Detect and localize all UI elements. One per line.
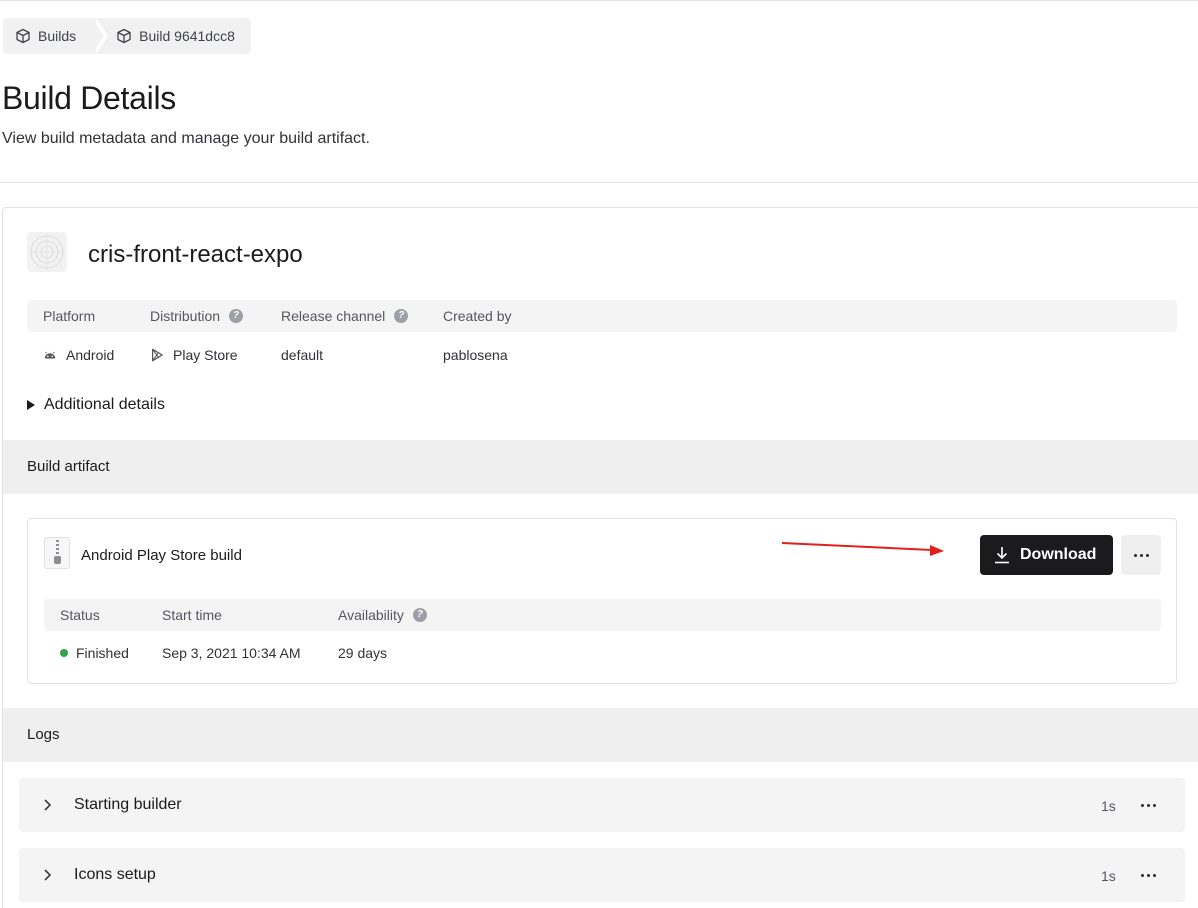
- app-name: cris-front-react-expo: [88, 241, 303, 268]
- breadcrumb: Builds Build 9641dcc8: [3, 18, 251, 54]
- build-artifact-section-header: Build artifact: [3, 440, 1198, 494]
- status-value: Finished: [60, 645, 129, 661]
- download-button[interactable]: Download: [980, 535, 1113, 575]
- status-dot-icon: [60, 649, 68, 657]
- breadcrumb-label: Builds: [38, 28, 77, 44]
- availability-value: 29 days: [338, 645, 388, 661]
- breadcrumb-separator: [92, 18, 111, 54]
- section-title: Logs: [27, 726, 60, 743]
- column-header-created-by: Created by: [443, 308, 512, 324]
- disclosure-triangle-icon: [27, 400, 35, 410]
- page-subtitle: View build metadata and manage your buil…: [2, 130, 370, 147]
- artifact-header-row: Status Start time Availability?: [44, 599, 1161, 631]
- log-duration: 1s: [1101, 798, 1116, 814]
- chevron-right-icon: [44, 869, 52, 881]
- additional-details-toggle[interactable]: Additional details: [27, 396, 165, 414]
- artifact-value-row: Finished Sep 3, 2021 10:34 AM 29 days: [44, 637, 1161, 667]
- metadata-header-row: Platform Distribution? Release channel? …: [27, 300, 1177, 332]
- column-header-release-channel: Release channel?: [281, 308, 409, 324]
- breadcrumb-item-build[interactable]: Build 9641dcc8: [110, 18, 251, 54]
- help-icon[interactable]: ?: [394, 309, 409, 323]
- metadata-value-row: Android Play Store default pablosena: [27, 339, 1177, 369]
- section-title: Build artifact: [27, 458, 110, 475]
- build-details-page: Builds Build 9641dcc8 Build Details View…: [0, 0, 1198, 908]
- column-header-availability: Availability?: [338, 607, 427, 623]
- created-by-value[interactable]: pablosena: [443, 347, 508, 363]
- log-duration: 1s: [1101, 868, 1116, 884]
- column-header-distribution: Distribution?: [150, 308, 244, 324]
- top-divider: [0, 0, 1198, 2]
- logs-section-header: Logs: [3, 708, 1198, 762]
- platform-value: Android: [43, 347, 114, 363]
- additional-details-label: Additional details: [44, 396, 165, 413]
- column-header-platform: Platform: [43, 308, 96, 324]
- log-item-icons-setup[interactable]: Icons setup 1s: [19, 848, 1185, 902]
- artifact-card: Android Play Store build Download Status…: [27, 518, 1177, 684]
- chevron-right-icon: [44, 799, 52, 811]
- download-icon: [995, 547, 1009, 564]
- page-title: Build Details: [2, 80, 176, 116]
- distribution-value: Play Store: [150, 347, 238, 363]
- zip-file-icon: [44, 537, 70, 569]
- android-icon: [44, 351, 56, 359]
- cube-icon: [16, 28, 30, 44]
- breadcrumb-label: Build 9641dcc8: [139, 28, 235, 44]
- log-item-starting-builder[interactable]: Starting builder 1s: [19, 778, 1185, 832]
- start-time-value: Sep 3, 2021 10:34 AM: [162, 645, 301, 661]
- release-channel-value: default: [281, 347, 324, 363]
- more-horizontal-icon: [1133, 553, 1149, 557]
- help-icon[interactable]: ?: [412, 608, 427, 622]
- help-icon[interactable]: ?: [229, 309, 244, 323]
- app-icon: [27, 232, 67, 272]
- download-label: Download: [1020, 546, 1097, 563]
- column-header-start-time: Start time: [162, 607, 222, 623]
- annotation-arrow-icon: [781, 542, 944, 556]
- more-horizontal-icon[interactable]: [1141, 874, 1156, 877]
- more-horizontal-icon[interactable]: [1141, 804, 1156, 807]
- header-divider: [0, 182, 1198, 183]
- log-label: Icons setup: [74, 866, 156, 883]
- cube-icon: [117, 28, 131, 44]
- play-store-icon: [152, 348, 163, 362]
- column-header-status: Status: [60, 607, 100, 623]
- breadcrumb-item-builds[interactable]: Builds: [3, 18, 93, 54]
- log-label: Starting builder: [74, 796, 182, 813]
- artifact-name: Android Play Store build: [81, 547, 242, 564]
- app-placeholder-icon: [29, 234, 65, 270]
- artifact-more-options-button[interactable]: [1121, 535, 1161, 575]
